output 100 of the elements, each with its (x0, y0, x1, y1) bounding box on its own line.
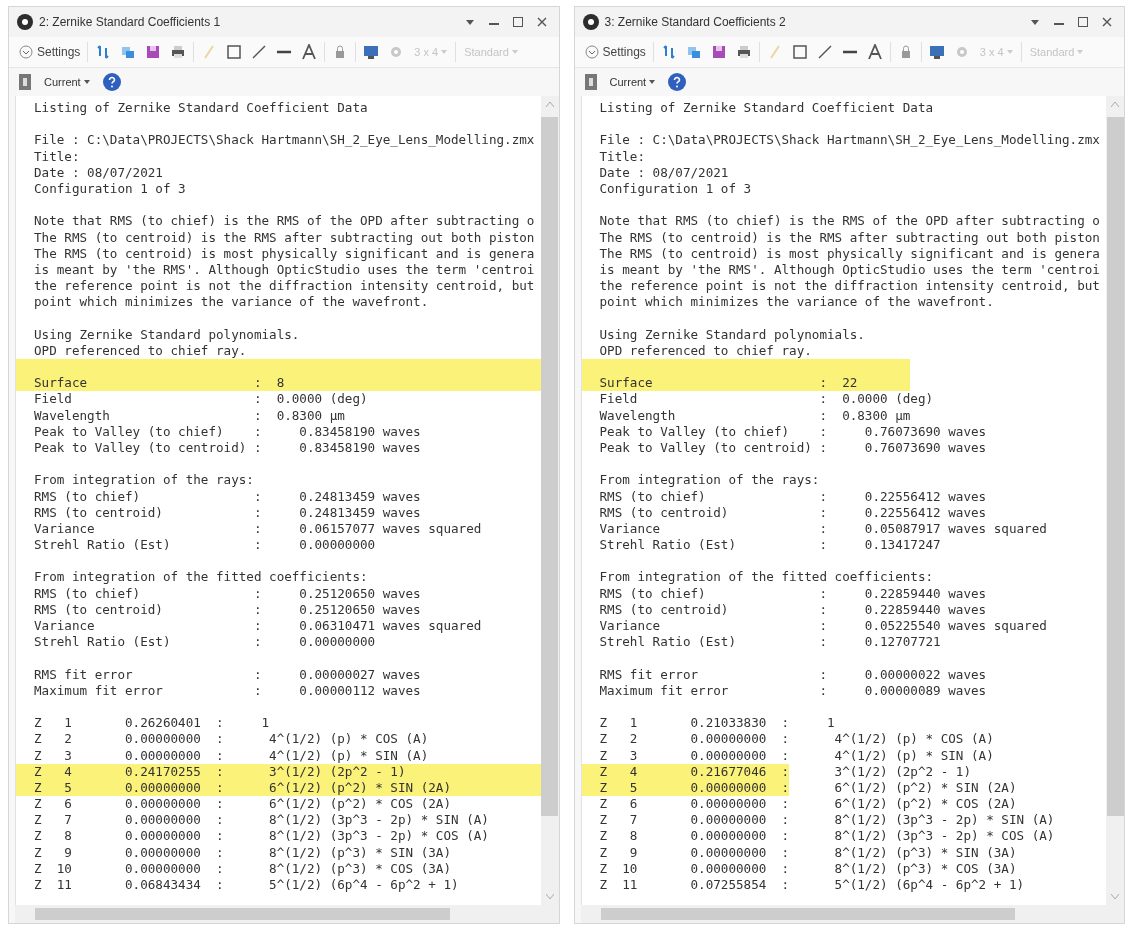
help-icon[interactable] (668, 73, 687, 91)
coefficient-line: Z 9 0.00000000 : 8^(1/2) (p^3) * SIN (3A) (34, 844, 451, 860)
report-line: RMS (to chief) : 0.25120650 waves (34, 585, 421, 601)
horizontal-scrollbar[interactable] (580, 905, 1124, 923)
configuration-dropdown[interactable]: Current (606, 74, 659, 90)
caret-icon (649, 80, 656, 84)
app-logo-icon (17, 14, 33, 30)
report-line: is meant by 'the RMS'. Although OpticStudio uses the term 'centroi (34, 261, 535, 277)
coefficient-line: Z 5 0.00000000 : 6^(1/2) (p^2) * SIN (2A) (34, 779, 451, 795)
report-line: RMS (to centroid) : 0.22859440 waves (599, 601, 987, 617)
report-line: From integration of the rays: (599, 472, 820, 488)
report-line: RMS fit error : 0.00000022 waves (599, 666, 987, 682)
report-line: Variance : 0.06310471 waves squared (34, 618, 482, 633)
coefficient-line: Z 9 0.00000000 : 8^(1/2) (p^3) * SIN (3A) (599, 844, 1017, 860)
coefficient-line: Z 10 0.00000000 : 8^(1/2) (p^3) * COS (3A) (599, 860, 1017, 876)
report-line: Strehl Ratio (Est) : 0.00000000 (34, 537, 376, 553)
report-line: The RMS (to centroid) is most physically significant and is genera (34, 245, 535, 261)
coefficient-line: Z 10 0.00000000 : 8^(1/2) (p^3) * COS (3A) (34, 860, 451, 876)
coefficient-line: Z 4 0.21677046 : 3^(1/2) (2p^2 - 1) (599, 763, 972, 779)
coefficient-line: Z 7 0.00000000 : 8^(1/2) (3p^3 - 2p) * SIN (A) (34, 812, 489, 828)
report-line: Strehl Ratio (Est) : 0.13417247 (599, 537, 941, 553)
report-line: Using Zernike Standard polynomials. (34, 326, 300, 342)
caret-icon (83, 80, 90, 84)
caret-icon (1006, 50, 1013, 54)
caret-icon (511, 50, 518, 54)
report-line: point which minimizes the variance of the wavefront. (34, 294, 429, 310)
coefficient-line: Z 2 0.00000000 : 4^(1/2) (p) * COS (A) (599, 731, 994, 747)
report-line: Note that RMS (to chief) is the RMS of the OPD after subtracting o (34, 213, 535, 229)
report-line: The RMS (to centroid) is most physically significant and is genera (599, 245, 1100, 261)
report-line: Strehl Ratio (Est) : 0.00000000 (34, 634, 376, 650)
caret-icon[interactable] (465, 19, 474, 25)
app-logo-icon (582, 14, 599, 30)
report-line: Wavelength : 0.8300 µm (34, 407, 345, 423)
report-line: RMS (to centroid) : 0.25120650 waves (34, 601, 421, 617)
caret-icon (441, 50, 448, 54)
report-line: Title: (34, 148, 80, 164)
report-line: RMS (to centroid) : 0.24813459 waves (34, 504, 421, 520)
coefficient-line: Z 6 0.00000000 : 6^(1/2) (p^2) * COS (2A) (34, 796, 451, 812)
maximize-icon[interactable] (1078, 17, 1088, 27)
report-line: the reference point is not the diffraction intensity centroid, but (599, 278, 1100, 294)
report-line: point which minimizes the variance of the wavefront. (599, 294, 994, 310)
close-icon[interactable] (1102, 17, 1112, 27)
report-line: Listing of Zernike Standard Coefficient Data (34, 100, 368, 115)
report-line: the reference point is not the diffraction intensity centroid, but (34, 278, 535, 294)
report-line: The RMS (to centroid) is the RMS after subtracting out both piston (34, 229, 535, 245)
configuration-dropdown[interactable]: Current (41, 74, 93, 90)
chevron-circle-icon (584, 45, 599, 59)
report-line: Variance : 0.05087917 waves squared (599, 520, 1047, 536)
report-line: Listing of Zernike Standard Coefficient Data (599, 100, 934, 115)
report-line: From integration of the rays: (34, 472, 254, 488)
report-line: RMS (to centroid) : 0.22556412 waves (599, 504, 987, 520)
report-line: Field : 0.0000 (deg) (34, 391, 368, 407)
report-line: The RMS (to centroid) is the RMS after subtracting out both piston (599, 229, 1100, 245)
coefficient-line: Z 8 0.00000000 : 8^(1/2) (3p^3 - 2p) * COS (A) (599, 828, 1055, 844)
report-line: RMS (to chief) : 0.22859440 waves (599, 585, 987, 601)
report-line: Date : 08/07/2021 (34, 164, 163, 180)
maximize-icon[interactable] (512, 17, 523, 27)
report-line: RMS fit error : 0.00000027 waves (34, 666, 421, 682)
report-line: Variance : 0.05225540 waves squared (599, 618, 1047, 633)
close-icon[interactable] (536, 17, 547, 27)
coefficient-line: Z 3 0.00000000 : 4^(1/2) (p) * SIN (A) (34, 747, 429, 763)
chevron-circle-icon (19, 45, 33, 59)
coefficient-line: Z 4 0.24170255 : 3^(1/2) (2p^2 - 1) (34, 763, 406, 779)
settings-button[interactable]: Settings (17, 43, 83, 61)
coefficient-line: Z 11 0.07255854 : 5^(1/2) (6p^4 - 6p^2 + 1) (599, 877, 1025, 892)
report-line: Peak to Valley (to chief) : 0.76073690 waves (599, 423, 987, 439)
report-line: Surface : 8 (34, 375, 285, 391)
caret-icon[interactable] (1031, 19, 1039, 25)
report-line: Configuration 1 of 3 (34, 180, 186, 196)
report-line: File : C:\Data\PROJECTS\Shack Hartmann\SH_2_Eye_Lens_Modelling.zmx (599, 132, 1100, 148)
report-line: OPD referenced to chief ray. (599, 342, 812, 358)
report-line: Peak to Valley (to centroid) : 0.83458190 waves (34, 439, 421, 455)
report-line: Maximum fit error : 0.00000089 waves (599, 682, 987, 698)
coefficient-line: Z 8 0.00000000 : 8^(1/2) (3p^3 - 2p) * COS (A) (34, 828, 489, 844)
help-icon[interactable] (102, 73, 121, 91)
settings-button[interactable]: Settings (582, 43, 648, 61)
report-line: Variance : 0.06157077 waves squared (34, 520, 482, 536)
report-line: Strehl Ratio (Est) : 0.12707721 (599, 634, 941, 650)
report-line: Surface : 22 (599, 375, 858, 391)
horizontal-scrollbar[interactable] (15, 905, 559, 923)
report-line: From integration of the fitted coefficients: (34, 569, 368, 585)
coefficient-line: Z 6 0.00000000 : 6^(1/2) (p^2) * COS (2A) (599, 796, 1017, 812)
report-line: RMS (to chief) : 0.22556412 waves (599, 488, 987, 504)
report-line: Date : 08/07/2021 (599, 164, 729, 180)
report-line: Peak to Valley (to chief) : 0.83458190 waves (34, 423, 421, 439)
window-title: 3: Zernike Standard Coefficients 2 (604, 15, 787, 29)
report-line: is meant by 'the RMS'. Although OpticStudio uses the term 'centroi (599, 261, 1100, 277)
report-line: RMS (to chief) : 0.24813459 waves (34, 488, 421, 504)
report-line: OPD referenced to chief ray. (34, 342, 247, 358)
coefficient-line: Z 1 0.21033830 : 1 (599, 715, 835, 731)
report-line: Maximum fit error : 0.00000112 waves (34, 682, 421, 698)
report-line: Wavelength : 0.8300 µm (599, 407, 911, 423)
report-line: Using Zernike Standard polynomials. (599, 326, 865, 342)
report-line: Configuration 1 of 3 (599, 180, 752, 196)
report-line: Title: (599, 148, 645, 164)
coefficient-line: Z 11 0.06843434 : 5^(1/2) (6p^4 - 6p^2 + 1) (34, 877, 459, 892)
report-line: Note that RMS (to chief) is the RMS of the OPD after subtracting o (599, 213, 1100, 229)
coefficient-line: Z 1 0.26260401 : 1 (34, 715, 270, 731)
caret-icon (1077, 50, 1084, 54)
window-title: 2: Zernike Standard Coefficients 1 (39, 15, 222, 29)
